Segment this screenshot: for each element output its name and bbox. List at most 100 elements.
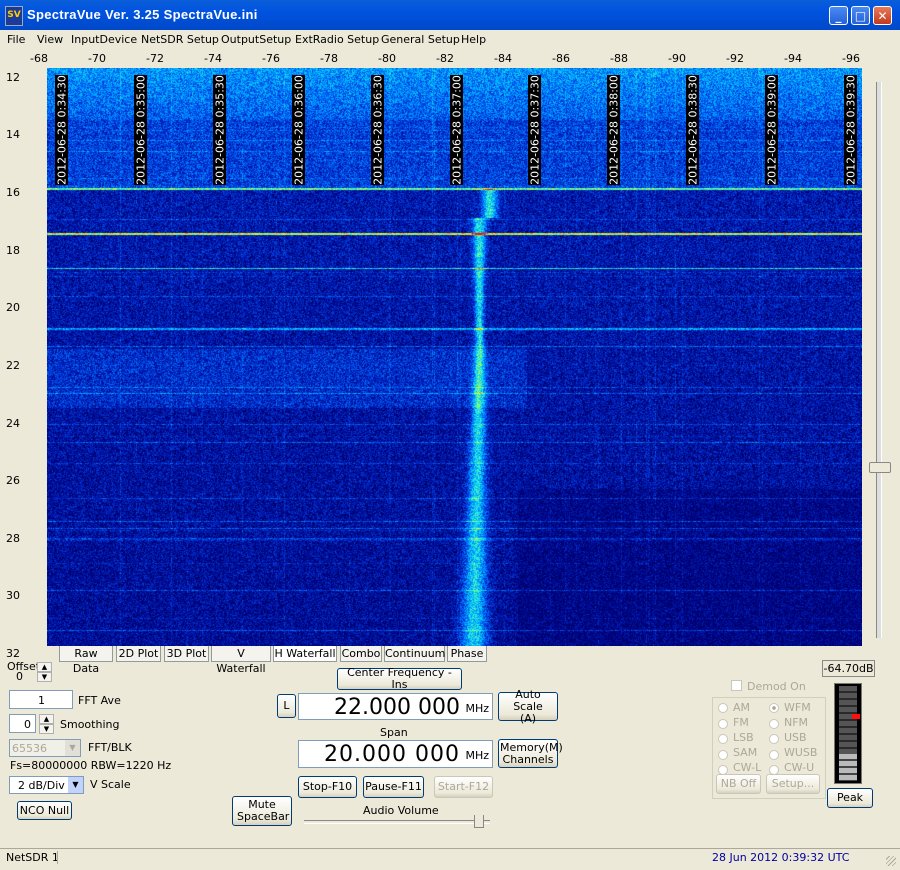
menu-general-setup[interactable]: General Setup <box>381 33 460 46</box>
audio-volume-thumb[interactable] <box>474 815 484 828</box>
offset-spin-up[interactable]: ▲ <box>37 662 52 672</box>
radio-usb[interactable] <box>769 734 779 744</box>
menu-file[interactable]: File <box>7 33 25 46</box>
y-tick: 28 <box>6 532 20 545</box>
radio-lsb-label: LSB <box>733 731 754 744</box>
stop-button[interactable]: Stop-F10 <box>298 776 357 798</box>
app-icon[interactable]: SV <box>5 6 23 26</box>
menu-netsdr-setup[interactable]: NetSDR Setup <box>141 33 219 46</box>
meter-level-fill <box>839 754 857 781</box>
span-label: Span <box>380 726 408 739</box>
freq-tick: -92 <box>726 52 744 65</box>
peak-button[interactable]: Peak <box>827 788 873 808</box>
center-frequency-field[interactable]: 22.000 000 MHz <box>298 693 493 720</box>
radio-wusb[interactable] <box>769 750 779 760</box>
freq-tick: -72 <box>146 52 164 65</box>
maximize-icon: □ <box>854 9 867 23</box>
tab-3d-plot[interactable]: 3D Plot <box>164 646 209 662</box>
tab-phase[interactable]: Phase <box>447 646 487 662</box>
radio-fm[interactable] <box>718 719 728 729</box>
demod-on-label: Demod On <box>747 680 806 693</box>
radio-am[interactable] <box>718 703 728 713</box>
chevron-down-icon[interactable]: ▼ <box>65 740 80 756</box>
radio-lsb[interactable] <box>718 734 728 744</box>
arrow-up-icon: ▲ <box>41 663 48 671</box>
tab-continuum[interactable]: Continuum <box>384 646 445 662</box>
arrow-down-icon: ▼ <box>41 673 48 681</box>
vertical-slider-track[interactable] <box>876 82 882 638</box>
smoothing-input[interactable]: 0 <box>9 714 36 733</box>
radio-sam-label: SAM <box>733 746 758 759</box>
freq-tick: -76 <box>262 52 280 65</box>
tab-raw-data[interactable]: Raw Data <box>59 646 113 675</box>
minimize-button[interactable]: _ <box>829 6 848 25</box>
timestamp-label: 2012-06-28 0:37:30 <box>528 75 541 185</box>
waterfall-display[interactable]: 2012-06-28 0:34:30 2012-06-28 0:35:00 20… <box>47 68 862 646</box>
center-frequency-unit: MHz <box>465 702 489 715</box>
offset-spin-down[interactable]: ▼ <box>37 672 52 682</box>
smoothing-spin-up[interactable]: ▲ <box>39 714 54 724</box>
tab-v-waterfall[interactable]: V Waterfall <box>211 646 271 675</box>
window-title: SpectraVue Ver. 3.25 SpectraVue.ini <box>27 7 258 22</box>
menu-inputdevice[interactable]: InputDevice <box>71 33 137 46</box>
arrow-up-icon: ▲ <box>43 715 50 723</box>
menu-outputsetup[interactable]: OutputSetup <box>221 33 291 46</box>
memory-channels-button[interactable]: Memory(M) Channels <box>498 739 563 768</box>
menu-extradio-setup[interactable]: ExtRadio Setup <box>295 33 379 46</box>
freq-tick: -74 <box>204 52 222 65</box>
span-field[interactable]: 20.000 000 MHz <box>298 740 493 768</box>
freq-tick: -82 <box>436 52 454 65</box>
vertical-slider-thumb[interactable] <box>869 462 891 473</box>
menu-help[interactable]: Help <box>461 33 486 46</box>
timestamp-label: 2012-06-28 0:35:30 <box>213 75 226 185</box>
demod-setup-button[interactable]: Setup... <box>766 774 820 794</box>
center-frequency-value: 22.000 000 <box>334 695 460 720</box>
fs-rbw-text: Fs=80000000 RBW=1220 Hz <box>10 759 172 772</box>
freq-tick: -80 <box>378 52 396 65</box>
timestamp-label: 2012-06-28 0:38:00 <box>607 75 620 185</box>
resize-grip-icon[interactable] <box>886 856 896 866</box>
start-button[interactable]: Start-F12 <box>434 776 493 798</box>
menu-view[interactable]: View <box>37 33 63 46</box>
demod-checkbox[interactable] <box>731 680 742 691</box>
timestamp-label: 2012-06-28 0:34:30 <box>55 75 68 185</box>
smoothing-spin-down[interactable]: ▼ <box>39 724 54 734</box>
y-tick: 20 <box>6 301 20 314</box>
radio-cw-u-label: CW-U <box>784 761 815 774</box>
radio-sam[interactable] <box>718 750 728 760</box>
signal-meter <box>834 683 862 784</box>
y-tick: 18 <box>6 244 20 257</box>
timestamp-label: 2012-06-28 0:39:00 <box>765 75 778 185</box>
timestamp-label: 2012-06-28 0:36:30 <box>371 75 384 185</box>
tab-h-waterfall[interactable]: H Waterfall <box>273 646 337 662</box>
timestamp-label: 2012-06-28 0:38:30 <box>686 75 699 185</box>
smoothing-label: Smoothing <box>60 718 120 731</box>
nco-null-button[interactable]: NCO Null <box>17 801 72 820</box>
radio-fm-label: FM <box>733 716 749 729</box>
maximize-button[interactable]: □ <box>851 6 870 25</box>
fft-ave-input[interactable]: 1 <box>9 690 73 709</box>
tab-2d-plot[interactable]: 2D Plot <box>116 646 161 662</box>
close-button[interactable]: ✕ <box>873 6 892 25</box>
radio-wfm[interactable] <box>769 703 779 713</box>
y-tick: 14 <box>6 128 20 141</box>
chevron-down-icon[interactable]: ▼ <box>68 777 83 793</box>
audio-volume-slider[interactable] <box>304 820 490 824</box>
radio-nfm[interactable] <box>769 719 779 729</box>
freq-tick: -94 <box>784 52 802 65</box>
mute-button[interactable]: Mute SpaceBar <box>232 796 292 826</box>
l-button[interactable]: L <box>277 694 296 718</box>
center-frequency-button[interactable]: Center Frequency - Ins <box>337 667 462 691</box>
y-tick: 24 <box>6 417 20 430</box>
minimize-icon: _ <box>835 9 842 23</box>
timestamp-label: 2012-06-28 0:37:00 <box>450 75 463 185</box>
tab-combo[interactable]: Combo <box>340 646 382 662</box>
auto-scale-button[interactable]: Auto Scale (A) <box>498 688 558 724</box>
radio-nfm-label: NFM <box>784 716 809 729</box>
freq-tick: -86 <box>552 52 570 65</box>
nb-off-button[interactable]: NB Off <box>716 774 761 794</box>
pause-button[interactable]: Pause-F11 <box>363 776 424 798</box>
radio-cw-l-label: CW-L <box>733 761 762 774</box>
status-time: 28 Jun 2012 0:39:32 UTC <box>712 851 850 864</box>
offset-value[interactable]: 0 <box>8 670 36 684</box>
